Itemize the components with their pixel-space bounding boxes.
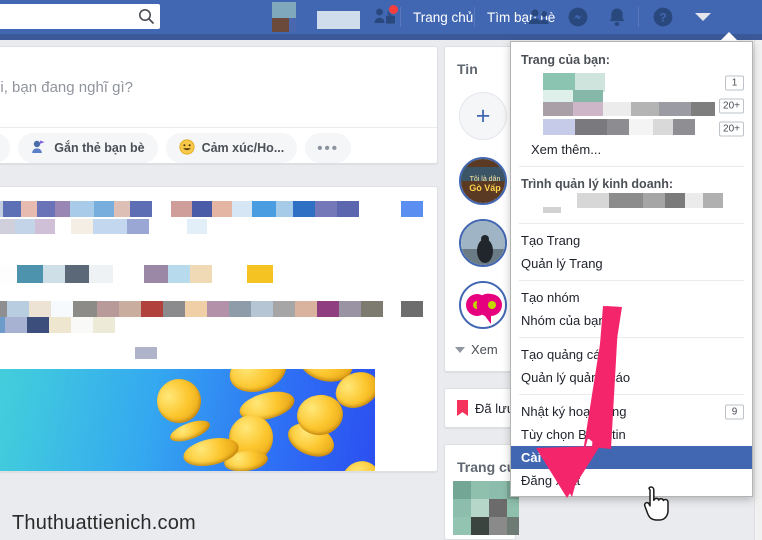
dropdown-business-row[interactable] (511, 193, 752, 218)
top-navigation-bar: Trang chủ Tìm bạn bè ? (0, 0, 762, 34)
svg-text:Tôi là dân: Tôi là dân (470, 176, 501, 183)
divider (519, 223, 744, 224)
dropdown-arrow-pointer (720, 32, 738, 41)
menu-item-manage-pages[interactable]: Quản lý Trang (511, 252, 752, 275)
messenger-icon[interactable] (561, 0, 595, 34)
menu-item-activity-log-label: Nhật ký hoạt động (521, 404, 627, 419)
help-circle-icon[interactable]: ? (646, 0, 680, 34)
friend-requests-badge (388, 4, 399, 15)
dropdown-page-row[interactable]: 20+ (511, 117, 752, 140)
menu-item-activity-log[interactable]: Nhật ký hoạt động 9 (511, 400, 752, 423)
bookmark-icon (457, 400, 468, 416)
feeling-activity-button[interactable]: Cảm xúc/Ho... (165, 133, 298, 163)
menu-item-create-group[interactable]: Tạo nhóm (511, 286, 752, 309)
divider (519, 166, 744, 167)
chevron-down-icon (455, 346, 465, 353)
people-icon[interactable] (522, 0, 556, 34)
search-input[interactable] (2, 5, 132, 28)
story-avatar[interactable] (459, 219, 507, 267)
divider (519, 394, 744, 395)
menu-item-create-page[interactable]: Tạo Trang (511, 229, 752, 252)
watermark: Thuthuattienich.com (12, 512, 196, 534)
page-scrollbar[interactable] (754, 40, 762, 540)
menu-item-create-ad[interactable]: Tạo quảng cáo (511, 343, 752, 366)
page-badge: 20+ (719, 98, 744, 113)
nav-home-link[interactable]: Trang chủ (404, 0, 482, 34)
divider (519, 280, 744, 281)
navbar-underline (0, 34, 762, 40)
your-pages-header: Trang của bạn: (521, 53, 610, 67)
dropdown-page-row[interactable]: 20+ (511, 90, 752, 117)
tag-person-icon (31, 139, 47, 158)
business-manager-header: Trình quản lý kinh doanh: (521, 177, 674, 191)
page-badge: 1 (725, 75, 744, 90)
profile-shortcut[interactable] (272, 2, 360, 32)
stories-see-more[interactable]: Xem (455, 342, 498, 357)
search-icon[interactable] (132, 4, 160, 29)
add-story-button[interactable]: + (459, 92, 507, 140)
feeling-label: Cảm xúc/Ho... (201, 141, 285, 155)
composer-actions: /Video Gắn thẻ bạn bè (0, 133, 437, 163)
account-menu-button[interactable] (686, 0, 720, 34)
photo-video-button[interactable]: /Video (0, 133, 11, 163)
saved-shortcut[interactable]: Đã lưu (444, 388, 516, 428)
menu-item-logout[interactable]: Đăng xuất (511, 469, 752, 492)
svg-text:?: ? (659, 11, 666, 25)
facebook-page: hanh ơi, bạn đang nghĩ gì? /Video Gắn th… (0, 0, 762, 540)
activity-log-badge: 9 (725, 404, 744, 419)
tag-friends-label: Gắn thẻ bạn bè (54, 141, 145, 155)
stories-see-more-label: Xem (471, 342, 498, 357)
advertisement-image[interactable] (0, 369, 375, 471)
stories-title: Tin (457, 61, 478, 77)
menu-item-your-groups[interactable]: Nhóm của bạn (511, 309, 752, 332)
avatar (272, 2, 296, 32)
search-box[interactable] (0, 4, 160, 29)
chevron-down-icon (695, 13, 711, 21)
stories-card: Tin + Tôi là dân Gò Vấp Xem (444, 46, 516, 372)
post-composer: hanh ơi, bạn đang nghĩ gì? /Video Gắn th… (0, 46, 438, 164)
tag-friends-button[interactable]: Gắn thẻ bạn bè (18, 133, 158, 163)
story-avatar[interactable] (459, 281, 507, 329)
menu-item-manage-ads[interactable]: Quản lý quảng cáo (511, 366, 752, 389)
saved-label: Đã lưu (475, 400, 515, 416)
story-avatar[interactable]: Tôi là dân Gò Vấp (459, 157, 507, 205)
menu-item-news-feed-preferences[interactable]: Tùy chọn Bảng tin (511, 423, 752, 446)
feed-post: ECO F P T Shop .com.vn (0, 186, 438, 472)
svg-text:Gò Vấp: Gò Vấp (469, 183, 501, 193)
divider (519, 337, 744, 338)
composer-prompt[interactable]: hanh ơi, bạn đang nghĩ gì? (0, 79, 133, 96)
profile-name-blurred (317, 11, 360, 29)
menu-item-settings[interactable]: Cài đặt (511, 446, 752, 469)
pages-see-more-link[interactable]: Xem thêm... (511, 140, 752, 161)
pages-card: Trang của (444, 444, 523, 540)
composer-divider (0, 127, 437, 128)
composer-more-button[interactable]: ••• (305, 133, 352, 163)
bell-icon[interactable] (600, 0, 634, 34)
friend-requests-icon[interactable] (370, 0, 400, 34)
account-dropdown-menu: Trang của bạn: 1 20+ 20+ Xem thêm... Trì… (510, 41, 753, 497)
page-badge: 20+ (719, 121, 744, 136)
smiley-icon (178, 138, 195, 158)
